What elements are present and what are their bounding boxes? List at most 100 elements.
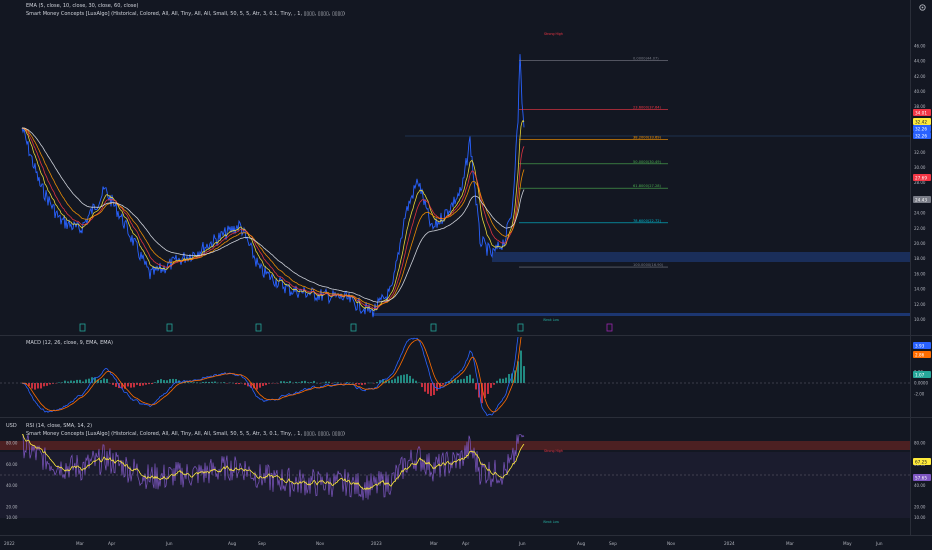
macd-histogram-bar [289,381,291,383]
macd-histogram-bar [100,380,102,383]
price-series-line [21,54,525,318]
fib-label: 23.6000(37.64) [633,105,662,109]
macd-histogram-bar [313,380,315,383]
macd-histogram-bar [427,383,429,394]
time-tick-label: Jun [165,541,173,546]
gear-icon[interactable] [918,3,927,12]
rsi-tick-label: 20.00 [6,504,18,509]
macd-histogram-bar [190,382,192,383]
macd-histogram-bar [520,350,522,383]
macd-layer [0,337,910,416]
macd-histogram-bar [37,383,39,389]
macd-histogram-bar [79,379,81,383]
macd-histogram-bar [88,378,90,383]
rsi-tick-label-right: 40.00 [914,483,926,488]
rsi-tick-label-right: 10.00 [914,515,926,520]
macd-label: 1.07 [915,373,925,378]
macd-histogram-bar [172,378,174,383]
smc-legend[interactable]: Smart Money Concepts [LuxAlgo] (Historic… [26,11,345,17]
fib-label: 100.0000(16.90) [633,263,664,267]
macd-histogram-bar [160,379,162,383]
macd-histogram-bar [346,382,348,383]
time-tick-label: May [843,541,852,546]
price-tick-label: 18.00 [914,256,926,261]
macd-histogram-bar [31,383,33,389]
macd-histogram-bar [412,378,414,383]
macd-histogram-bar [58,382,60,383]
price-tick-label: 32.00 [914,150,926,155]
macd-histogram-bar [256,383,258,390]
macd-histogram-bar [406,374,408,383]
rsi-tick-label: 60.00 [6,462,18,467]
macd-histogram-bar [163,380,165,383]
price-tick-label: 14.00 [914,287,926,292]
macd-histogram-bar [523,366,525,383]
rsi-tick-label-right: 20.00 [914,504,926,509]
macd-histogram-bar [34,383,36,390]
macd-histogram-bar [133,383,135,388]
price-tick-label: 42.00 [914,74,926,79]
weak-low-label: Weak Low [543,318,559,322]
time-tick-label: Jun [875,541,883,546]
time-tick-label: Aug [228,541,237,546]
macd-histogram-bar [283,381,285,383]
demand-zone [492,252,910,262]
price-tick-label: 22.00 [914,226,926,231]
time-tick-label: 2023 [371,541,382,546]
macd-histogram-bar [145,383,147,385]
macd-histogram-bar [409,375,411,383]
macd-histogram-bar [391,379,393,383]
price-tick-label: 16.00 [914,271,926,276]
ema-legend[interactable]: EMA (5, close, 10, close, 30, close, 60,… [26,3,138,9]
smc-marker [606,323,613,332]
usd-label: USD [6,423,17,429]
time-tick-label: Aug [577,541,586,546]
macd-histogram-bar [424,383,426,392]
macd-histogram-bar [157,380,159,383]
macd-histogram-bar [286,381,288,383]
macd-histogram-bar [487,383,489,394]
macd-histogram-bar [73,380,75,383]
macd-label: 2.86 [915,353,925,358]
time-tick-label: Jun [518,541,526,546]
smc-marker [430,323,437,332]
rsi-tick-label: 10.00 [6,515,18,520]
macd-histogram-bar [472,378,474,383]
macd-histogram-bar [298,382,300,383]
macd-histogram-bar [130,383,132,388]
macd-histogram-bar [469,374,471,383]
macd-histogram-bar [466,375,468,383]
macd-histogram-bar [76,379,78,383]
fib-label: 78.6000(22.72) [633,219,662,223]
macd-tick-label: -2.00 [914,392,925,397]
macd-histogram-bar [421,383,423,388]
rsi-label: 67.25 [915,460,927,465]
macd-histogram-bar [139,383,141,386]
time-tick-label: Nov [667,541,676,546]
price-axis: 10.00 12.00 14.00 16.00 18.00 20.00 22.00 24.00… [914,43,926,322]
time-tick-label: 2022 [4,541,15,546]
strong-high-label: Strong High [544,32,563,36]
macd-histogram-bar [463,378,465,383]
macd-histogram-bar [304,380,306,383]
macd-histogram-bar [103,378,105,383]
time-axis: 2022 Mar Apr Jun Aug Sep Nov 2023 Mar Apr Jun Aug Se… [4,541,883,546]
macd-histogram-bar [301,381,303,383]
macd-histogram-bar [490,383,492,388]
macd-histogram-bar [334,382,336,383]
smc-legend-rsi[interactable]: Smart Money Concepts [LuxAlgo] (Historic… [26,431,345,437]
macd-histogram-bar [397,376,399,383]
macd-histogram-bar [262,383,264,386]
price-label: 32.26 [915,127,927,132]
smc-marker [255,323,262,332]
rsi-legend[interactable]: RSI (14, close, SMA, 14, 2) [26,423,92,429]
rsi-tick-label-right: 80.00 [914,441,926,446]
chart-canvas[interactable]: 0.0000(44.07) 23.6000(37.64) 38.2000(33.69… [0,0,932,550]
macd-histogram-bar [400,375,402,383]
macd-histogram-bar [115,383,117,387]
macd-histogram-bar [136,383,138,385]
price-tick-label: 24.00 [914,211,926,216]
macd-legend[interactable]: MACD (12, 26, close, 9, EMA, EMA) [26,340,113,346]
time-tick-label: Apr [462,541,470,546]
macd-histogram-bar [436,383,438,391]
